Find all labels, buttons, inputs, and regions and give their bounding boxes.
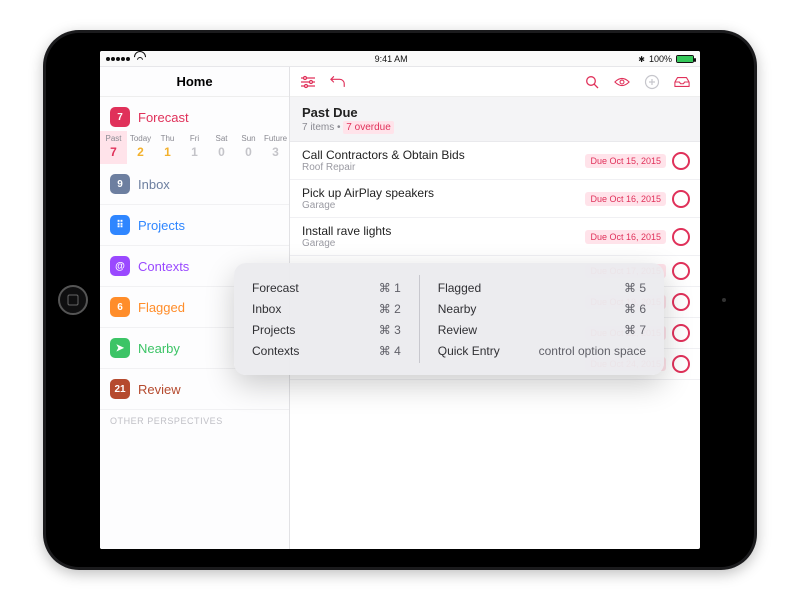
forecast-day[interactable]: Past7 [100,131,127,164]
forecast-day[interactable]: Thu1 [154,131,181,164]
front-camera [722,298,726,302]
sidebar-item-label: Projects [138,218,185,233]
task-project: Garage [302,238,391,249]
battery-percent: 100% [649,54,672,64]
inbox-icon: 9 [110,174,130,194]
shortcut-row: Review ⌘ 7 [438,323,646,337]
task-row[interactable]: Call Contractors & Obtain Bids Roof Repa… [290,142,700,180]
review-icon: 21 [110,379,130,399]
task-title: Call Contractors & Obtain Bids [302,148,465,162]
shortcut-label: Review [438,323,477,337]
undo-icon[interactable] [330,74,346,90]
shortcut-label: Quick Entry [438,344,500,358]
sidebar-item-label: Review [138,382,181,397]
sidebar-item-inbox[interactable]: 9 Inbox [100,164,289,205]
complete-checkbox[interactable] [672,262,690,280]
shortcut-key: ⌘ 6 [624,302,646,316]
task-project: Garage [302,200,434,211]
inbox-tray-icon[interactable] [674,74,690,90]
due-date: Due Oct 16, 2015 [585,192,666,206]
sidebar-item-review[interactable]: 21 Review [100,369,289,410]
complete-checkbox[interactable] [672,293,690,311]
bluetooth-icon [638,54,645,64]
shortcut-row: Inbox ⌘ 2 [252,302,401,316]
forecast-day[interactable]: Sun0 [235,131,262,164]
sidebar-item-label: Nearby [138,341,180,356]
battery-icon [676,55,694,63]
shortcut-row: Projects ⌘ 3 [252,323,401,337]
shortcut-key: ⌘ 3 [379,323,401,337]
home-button[interactable] [58,285,88,315]
search-icon[interactable] [584,74,600,90]
shortcut-row: Flagged ⌘ 5 [438,281,646,295]
projects-icon: ⠿ [110,215,130,235]
wifi-icon [134,55,144,63]
complete-checkbox[interactable] [672,152,690,170]
section-subtitle: 7 items • 7 overdue [302,122,688,133]
task-title: Pick up AirPlay speakers [302,186,434,200]
location-icon: ➤ [110,338,130,358]
due-date: Due Oct 16, 2015 [585,230,666,244]
section-header: Past Due 7 items • 7 overdue [290,97,700,142]
settings-icon[interactable] [300,74,316,90]
task-row[interactable]: Pick up AirPlay speakers Garage Due Oct … [290,180,700,218]
forecast-day[interactable]: Sat0 [208,131,235,164]
task-project: Roof Repair [302,162,465,173]
screen: 9:41 AM 100% Home 7 Forecast [100,51,700,549]
ipad-frame: 9:41 AM 100% Home 7 Forecast [43,30,757,570]
section-title: Past Due [302,105,688,120]
shortcut-row: Contexts ⌘ 4 [252,344,401,358]
ipad-bezel: 9:41 AM 100% Home 7 Forecast [46,33,754,567]
forecast-week: Past7Today2Thu1Fri1Sat0Sun0Future3 [100,131,289,164]
due-date: Due Oct 15, 2015 [585,154,666,168]
shortcuts-overlay: Forecast ⌘ 1 Inbox ⌘ 2 Projects ⌘ 3 Contexts ⌘ … [234,263,664,375]
flag-icon: 6 [110,297,130,317]
shortcut-label: Contexts [252,344,299,358]
shortcut-key: control option space [539,344,646,358]
task-title: Install rave lights [302,224,391,238]
forecast-day[interactable]: Future3 [262,131,289,164]
shortcut-key: ⌘ 1 [379,281,401,295]
toolbar [290,67,700,97]
task-row[interactable]: Install rave lights Garage Due Oct 16, 2… [290,218,700,256]
cell-signal-icon [106,57,130,61]
sidebar-item-label: Forecast [138,110,189,125]
sidebar-item-projects[interactable]: ⠿ Projects [100,205,289,246]
calendar-icon: 7 [110,107,130,127]
shortcut-key: ⌘ 7 [624,323,646,337]
forecast-day[interactable]: Fri1 [181,131,208,164]
eye-icon[interactable] [614,74,630,90]
complete-checkbox[interactable] [672,355,690,373]
status-time: 9:41 AM [375,54,408,64]
shortcut-label: Flagged [438,281,481,295]
shortcut-label: Nearby [438,302,477,316]
shortcut-row: Quick Entry control option space [438,344,646,358]
forecast-day[interactable]: Today2 [127,131,154,164]
complete-checkbox[interactable] [672,190,690,208]
complete-checkbox[interactable] [672,324,690,342]
shortcut-label: Inbox [252,302,281,316]
shortcut-key: ⌘ 5 [624,281,646,295]
contexts-icon: @ [110,256,130,276]
sidebar-item-label: Flagged [138,300,185,315]
shortcut-key: ⌘ 4 [379,344,401,358]
shortcut-row: Nearby ⌘ 6 [438,302,646,316]
sidebar-section-label: OTHER PERSPECTIVES [100,410,289,426]
sidebar-item-forecast[interactable]: 7 Forecast Past7Today2Thu1Fri1Sat0Sun0Fu… [100,97,289,164]
shortcut-label: Forecast [252,281,299,295]
complete-checkbox[interactable] [672,228,690,246]
add-action-icon[interactable] [644,74,660,90]
shortcut-key: ⌘ 2 [379,302,401,316]
shortcut-row: Forecast ⌘ 1 [252,281,401,295]
sidebar-item-label: Inbox [138,177,170,192]
sidebar-item-label: Contexts [138,259,189,274]
sidebar-title: Home [100,67,289,97]
status-bar: 9:41 AM 100% [100,51,700,67]
shortcut-label: Projects [252,323,295,337]
